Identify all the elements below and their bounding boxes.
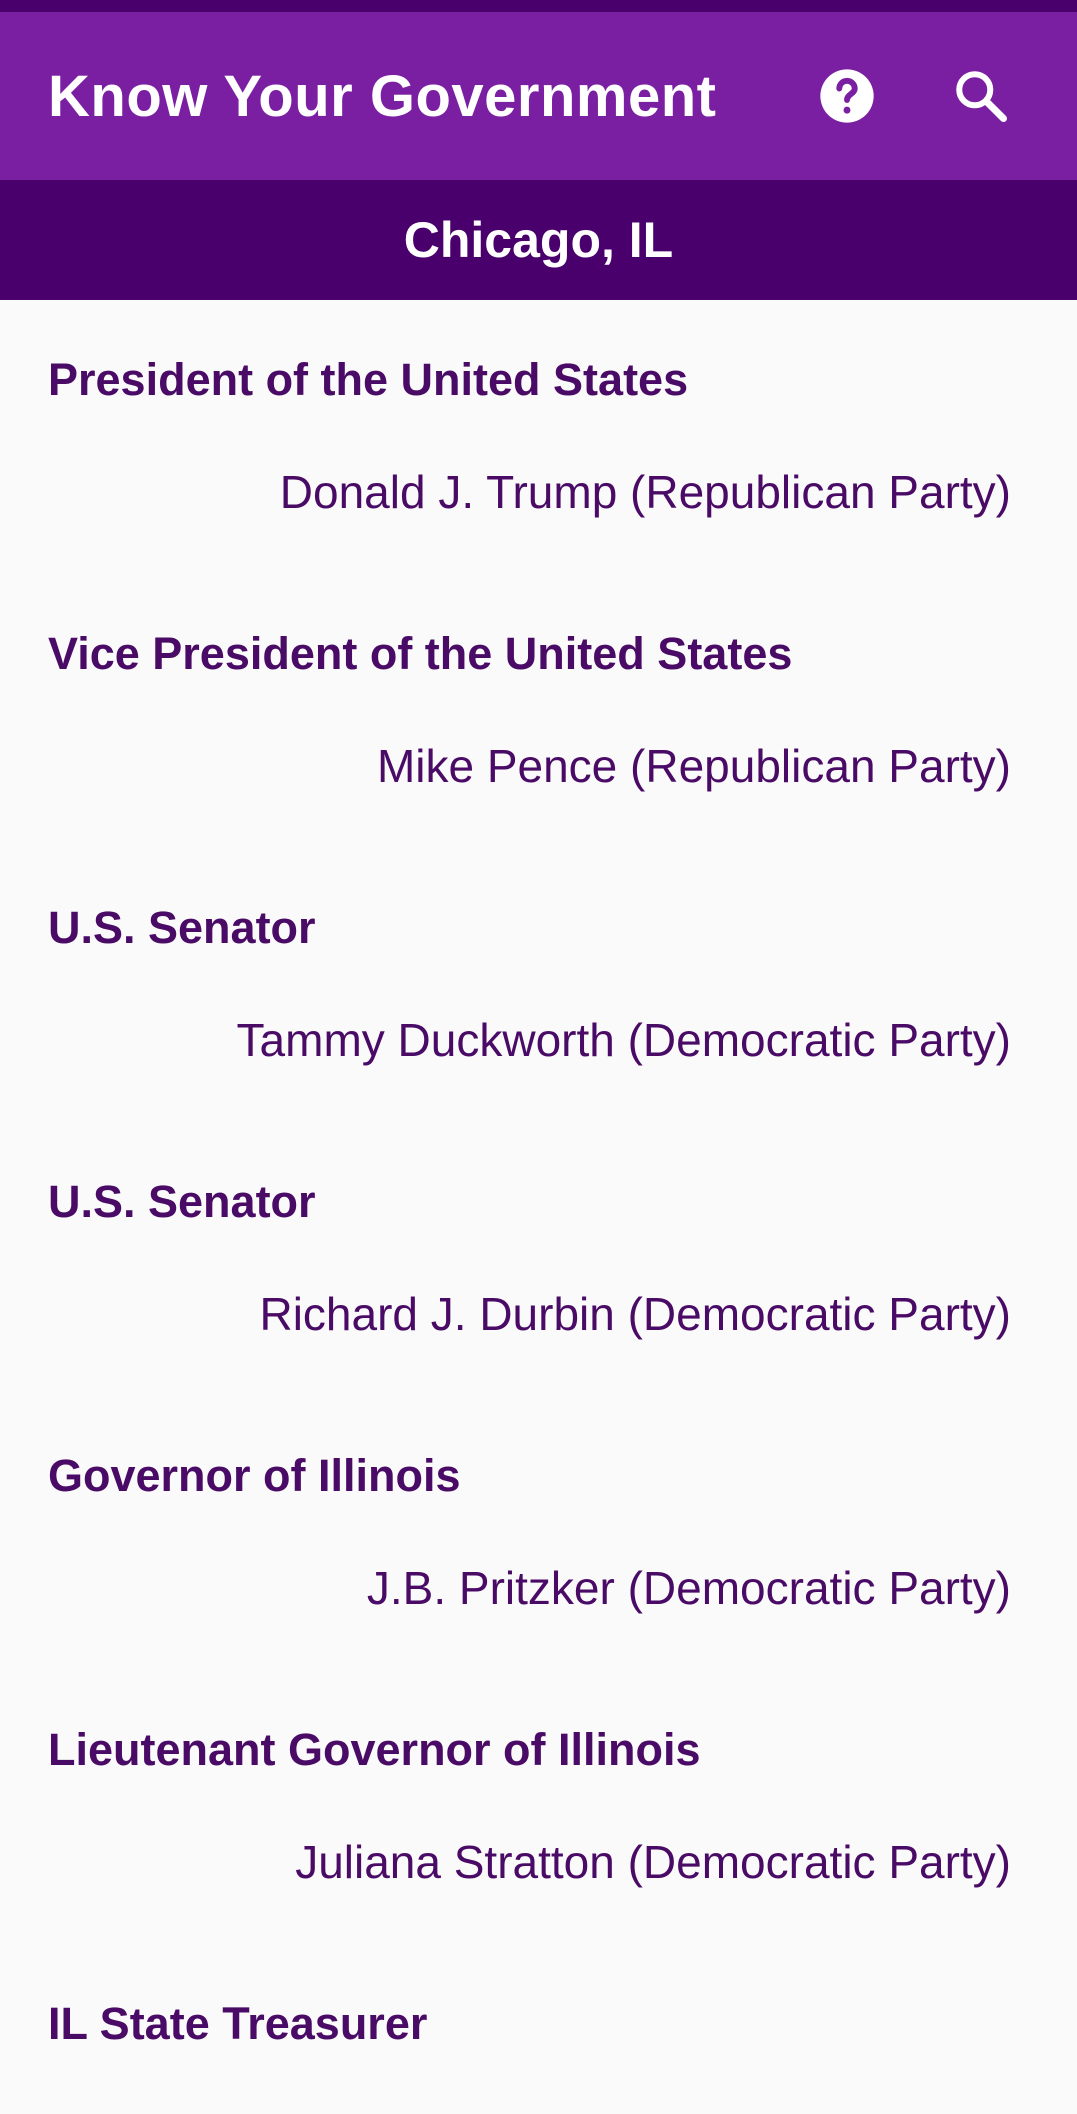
office-title: U.S. Senator xyxy=(48,1176,316,1227)
office-title: U.S. Senator xyxy=(48,902,316,953)
list-item[interactable]: U.S. Senator Richard J. Durbin (Democrat… xyxy=(48,1122,1029,1396)
office-title: Governor of Illinois xyxy=(48,1450,461,1501)
list-item[interactable]: Governor of Illinois J.B. Pritzker (Demo… xyxy=(48,1396,1029,1670)
app-bar: Know Your Government xyxy=(0,12,1077,180)
office-title: IL State Treasurer xyxy=(48,1998,428,2049)
list-item[interactable]: U.S. Senator Tammy Duckworth (Democratic… xyxy=(48,848,1029,1122)
search-icon[interactable] xyxy=(931,46,1031,146)
list-item[interactable]: Vice President of the United States Mike… xyxy=(48,574,1029,848)
official-name: Donald J. Trump (Republican Party) xyxy=(279,466,1011,518)
help-icon[interactable] xyxy=(797,46,897,146)
help-circle-icon xyxy=(820,69,874,123)
official-name: Tammy Duckworth (Democratic Party) xyxy=(236,1014,1011,1066)
official-name: Juliana Stratton (Democratic Party) xyxy=(295,1836,1011,1888)
location-header: Chicago, IL xyxy=(0,180,1077,300)
magnifier-icon xyxy=(956,71,1007,122)
official-name: J.B. Pritzker (Democratic Party) xyxy=(366,1562,1011,1614)
official-name: Mike Pence (Republican Party) xyxy=(376,740,1011,792)
officials-list: President of the United States Donald J.… xyxy=(0,300,1077,2114)
status-bar xyxy=(0,0,1077,12)
office-title: Vice President of the United States xyxy=(48,628,793,679)
official-name: Richard J. Durbin (Democratic Party) xyxy=(259,1288,1011,1340)
office-title: Lieutenant Governor of Illinois xyxy=(48,1724,701,1775)
location-label: Chicago, IL xyxy=(403,212,674,268)
list-item[interactable]: Lieutenant Governor of Illinois Juliana … xyxy=(48,1670,1029,1944)
list-item[interactable]: IL State Treasurer xyxy=(48,1944,1029,2114)
app-title: Know Your Government xyxy=(48,63,717,129)
list-item[interactable]: President of the United States Donald J.… xyxy=(48,300,1029,574)
office-title: President of the United States xyxy=(48,354,689,405)
